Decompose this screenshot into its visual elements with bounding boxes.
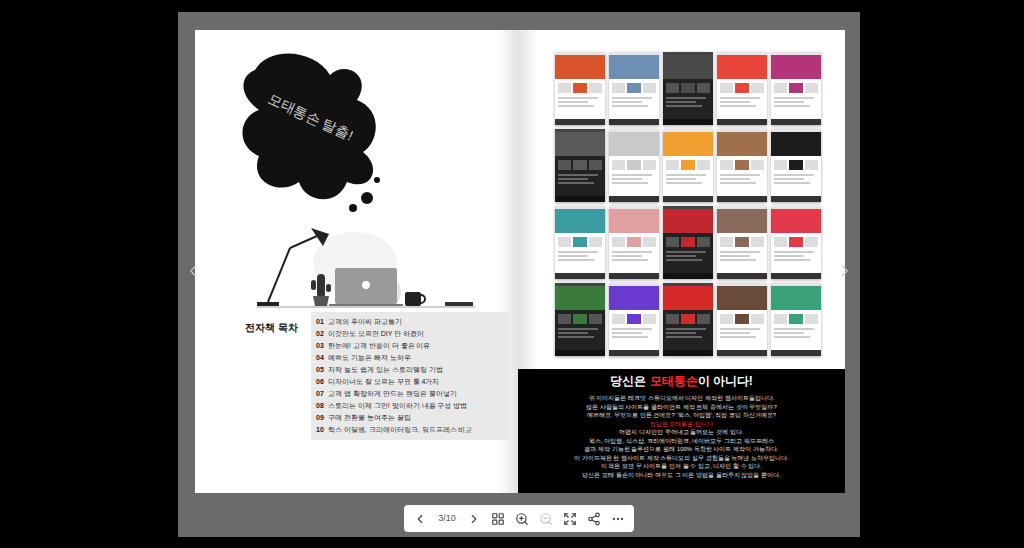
toc-item[interactable]: 05저작 늦도 쉽게 있는 스토리텔링 기법 — [316, 364, 504, 376]
banner-line: 결과 제작 기능한 솔루션으로 원래 100% 독창한 사이트 제작이 가능하다… — [584, 445, 778, 454]
left-page[interactable]: 모태통손 탈출!전자책 목차01고객의 후이씨 파고들기02이것만도 모르면 D… — [195, 30, 518, 493]
website-thumbnail — [717, 206, 767, 279]
share-button[interactable] — [586, 511, 602, 527]
website-thumbnail — [663, 129, 713, 202]
fullscreen-icon — [563, 512, 577, 526]
toc-item[interactable]: 08스토리는 이제 그만! 맞이하기 내용 구성 방법 — [316, 400, 504, 412]
website-thumbnail — [717, 52, 767, 125]
banner-line: 어렵지 디자인만 주어내고 들어보는 것에 있다. — [619, 428, 743, 437]
next-button[interactable] — [466, 511, 482, 527]
table-of-contents: 전자책 목차01고객의 후이씨 파고들기02이것만도 모르면 DIY 안 하겠어… — [195, 312, 518, 440]
website-thumbnail — [663, 206, 713, 279]
lamp-icon — [257, 228, 329, 306]
banner-line: 위 이미지들은 테크빗 스튜디오에서 디자인 제작한 웹사이트들입니다. — [589, 394, 775, 403]
banner-line: 윅스, 아임웹, 식스샵, 크리에이터링크, 네이버모두 그리고 워드프레스 — [589, 437, 774, 446]
banner-line: 많은 사람들의 사이트를 클라이언트 제작 전체 중에서는 것이 무엇일까? — [586, 403, 777, 412]
website-thumbnail — [771, 52, 821, 125]
banner-line: 이 책은 보면 무 사이트를 만져 볼 수 있고, 디자인 할 수 있다. — [601, 462, 762, 471]
toc-item[interactable]: 04예쁘도 기능은 빠져 노하우 — [316, 352, 504, 364]
website-thumbnail — [555, 283, 605, 356]
book-spread: 모태통손 탈출!전자책 목차01고객의 후이씨 파고들기02이것만도 모르면 D… — [195, 30, 860, 493]
toc-item[interactable]: 01고객의 후이씨 파고들기 — [316, 316, 504, 328]
toc-item[interactable]: 02이것만도 모르면 DIY 안 하겠어 — [316, 328, 504, 340]
toc-item[interactable]: 09구매 전환을 높여주는 꿀팁 — [316, 412, 504, 424]
website-thumbnail — [609, 206, 659, 279]
website-thumbnail — [771, 129, 821, 202]
toc-item[interactable]: 10윅스 어딜엠, 크리에이터링크, 워드프레스 비교 — [316, 424, 504, 436]
book-icon — [445, 302, 473, 306]
website-thumbnail — [717, 283, 767, 356]
mug-icon — [405, 292, 425, 306]
grid-button[interactable] — [490, 511, 506, 527]
website-thumbnail — [555, 206, 605, 279]
website-thumbnail — [663, 283, 713, 356]
chevron-left-icon — [413, 512, 427, 526]
zoom-in-button[interactable] — [514, 511, 530, 527]
prev-button[interactable] — [412, 511, 428, 527]
chevron-right-icon — [467, 512, 481, 526]
toc-item[interactable]: 07고객 앱 확장하게 만드는 랜딩은 불어넣기 — [316, 388, 504, 400]
website-thumbnail — [609, 129, 659, 202]
desk-illustration: 모태통손 탈출! — [195, 30, 518, 312]
thumbnail-grid — [555, 52, 845, 356]
cactus-icon — [311, 274, 331, 306]
website-thumbnail — [717, 129, 767, 202]
banner-line: 예쁘해요. 무엇으로 만든 건데요? '윅스, 아임웹', 직접 코딩 하신거예… — [587, 411, 776, 420]
toc-title: 전자책 목차 — [245, 312, 311, 440]
share-icon — [587, 512, 601, 526]
grid-icon — [491, 512, 505, 526]
website-thumbnail — [555, 129, 605, 202]
banner-line: 이 가이드북은 한 웹사이트 제작 스튜디오의 실무 경험들을 녹여낸 노하우입… — [574, 454, 789, 463]
website-thumbnail — [609, 283, 659, 356]
fullscreen-button[interactable] — [562, 511, 578, 527]
toc-box: 01고객의 후이씨 파고들기02이것만도 모르면 DIY 안 하겠어03한눈에!… — [311, 312, 509, 440]
flipbook-screen: 모태통손 탈출!전자책 목차01고객의 후이씨 파고들기02이것만도 모르면 D… — [0, 0, 1024, 548]
toc-item[interactable]: 03한눈에! 고객 반응이 더 좋은 이유 — [316, 340, 504, 352]
website-thumbnail — [609, 52, 659, 125]
next-page-arrow[interactable] — [836, 262, 854, 280]
banner-line: 당신은 모태 통손이 아니라 여우도 그 이은 방법을 몰라주지 않았을 뿐이다… — [582, 471, 780, 480]
viewer-toolbar: 3/10 — [404, 505, 634, 532]
black-banner: 당신은 모태통손이 아니다! 위 이미지들은 테크빗 스튜디오에서 디자인 제작한… — [518, 369, 845, 493]
website-thumbnail — [663, 52, 713, 125]
zoom-out-button[interactable] — [538, 511, 554, 527]
more-icon — [611, 512, 625, 526]
website-thumbnail — [555, 52, 605, 125]
page-indicator: 3/10 — [436, 512, 458, 526]
flipbook-viewer: 모태통손 탈출!전자책 목차01고객의 후이씨 파고들기02이것만도 모르면 D… — [178, 12, 860, 537]
website-thumbnail — [771, 206, 821, 279]
laptop-icon — [329, 268, 403, 307]
previous-page-arrow[interactable] — [184, 262, 202, 280]
ink-blob-icon — [242, 54, 375, 200]
toc-item[interactable]: 06디자이너도 잘 모르는 꾸묘 툴 4가지 — [316, 376, 504, 388]
zoom-in-icon — [515, 512, 529, 526]
banner-line: 정답은 모태통손 입니다 — [650, 420, 713, 429]
right-page[interactable]: 당신은 모태통손이 아니다! 위 이미지들은 테크빗 스튜디오에서 디자인 제작한… — [518, 30, 845, 493]
chevron-right-icon — [836, 262, 854, 280]
banner-heading: 당신은 모태통손이 아니다! — [610, 373, 753, 389]
chevron-left-icon — [184, 262, 202, 280]
more-button[interactable] — [610, 511, 626, 527]
website-thumbnail — [771, 283, 821, 356]
zoom-out-icon — [539, 512, 553, 526]
blob-title: 모태통손 탈출! — [266, 90, 356, 143]
